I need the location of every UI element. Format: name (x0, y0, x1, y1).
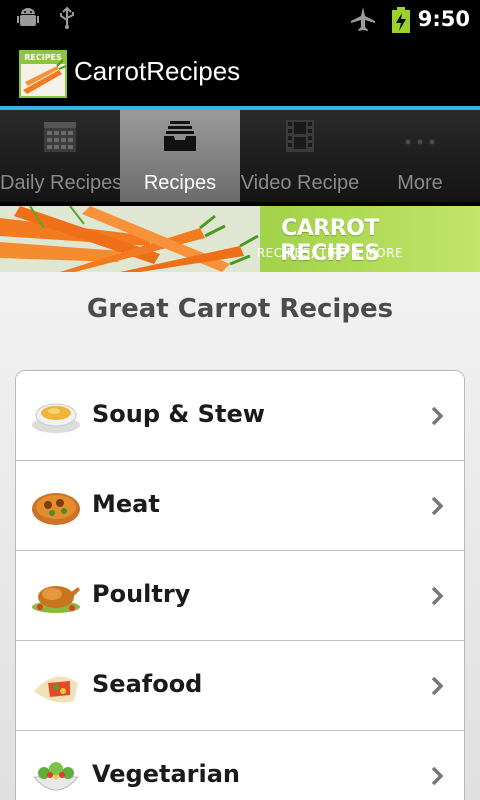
chevron-right-icon (431, 676, 444, 696)
list-item-vegetarian[interactable]: Vegetarian (16, 731, 464, 800)
chevron-right-icon (431, 586, 444, 606)
app-title: CarrotRecipes (74, 56, 241, 86)
list-item-label: Seafood (92, 670, 203, 698)
list-item-label: Vegetarian (92, 760, 241, 788)
calendar-icon (44, 122, 76, 152)
carrots-image-icon (0, 206, 260, 272)
category-list: Soup & Stew Meat Poultry Seafood Vegetar… (15, 370, 465, 800)
list-item-label: Poultry (92, 580, 191, 608)
more-dots-icon (405, 139, 435, 145)
app-logo-icon[interactable]: RECIPES (19, 50, 67, 98)
roast-chicken-icon (32, 586, 80, 613)
promo-banner[interactable]: CARROT RECIPES RECIPES, TIPS & MORE (0, 206, 480, 272)
usb-icon (60, 6, 74, 29)
list-item-label: Soup & Stew (92, 400, 265, 428)
battery-charging-icon (392, 7, 410, 33)
tab-recipes[interactable]: Recipes (120, 110, 240, 202)
airplane-mode-icon (351, 7, 375, 31)
tab-daily-recipes[interactable]: Daily Recipes (0, 110, 123, 202)
status-bar: 9:50 (0, 0, 480, 38)
tab-label: Daily Recipes (0, 172, 123, 194)
chevron-right-icon (431, 406, 444, 426)
chevron-right-icon (431, 766, 444, 786)
tab-label: Recipes (143, 172, 217, 194)
tab-video-recipe[interactable]: Video Recipe (240, 110, 360, 202)
film-icon (286, 120, 314, 152)
meat-dish-icon (32, 493, 80, 525)
list-item-meat[interactable]: Meat (16, 461, 464, 551)
list-item-seafood[interactable]: Seafood (16, 641, 464, 731)
inbox-tray-icon (164, 121, 196, 151)
banner-subtitle: RECIPES, TIPS & MORE (256, 246, 404, 260)
page-title: Great Carrot Recipes (86, 294, 394, 324)
tab-label: Video Recipe (240, 172, 360, 194)
list-item-soup-stew[interactable]: Soup & Stew (16, 371, 464, 461)
salad-bowl-icon (32, 762, 80, 791)
tab-bar: Daily Recipes Recipes Video Recipe More (0, 110, 480, 202)
tab-more[interactable]: More (360, 110, 480, 202)
app-icon-label: RECIPES (24, 53, 62, 62)
tab-label: More (397, 172, 443, 194)
list-item-label: Meat (92, 490, 160, 518)
wrap-icon (34, 676, 78, 703)
soup-bowl-icon (32, 403, 80, 433)
action-bar: RECIPES CarrotRecipes (0, 38, 480, 106)
main-content: Great Carrot Recipes Soup & Stew Meat Po… (0, 272, 480, 800)
clock: 9:50 (417, 7, 470, 31)
android-debug-icon (17, 8, 39, 26)
list-item-poultry[interactable]: Poultry (16, 551, 464, 641)
chevron-right-icon (431, 496, 444, 516)
